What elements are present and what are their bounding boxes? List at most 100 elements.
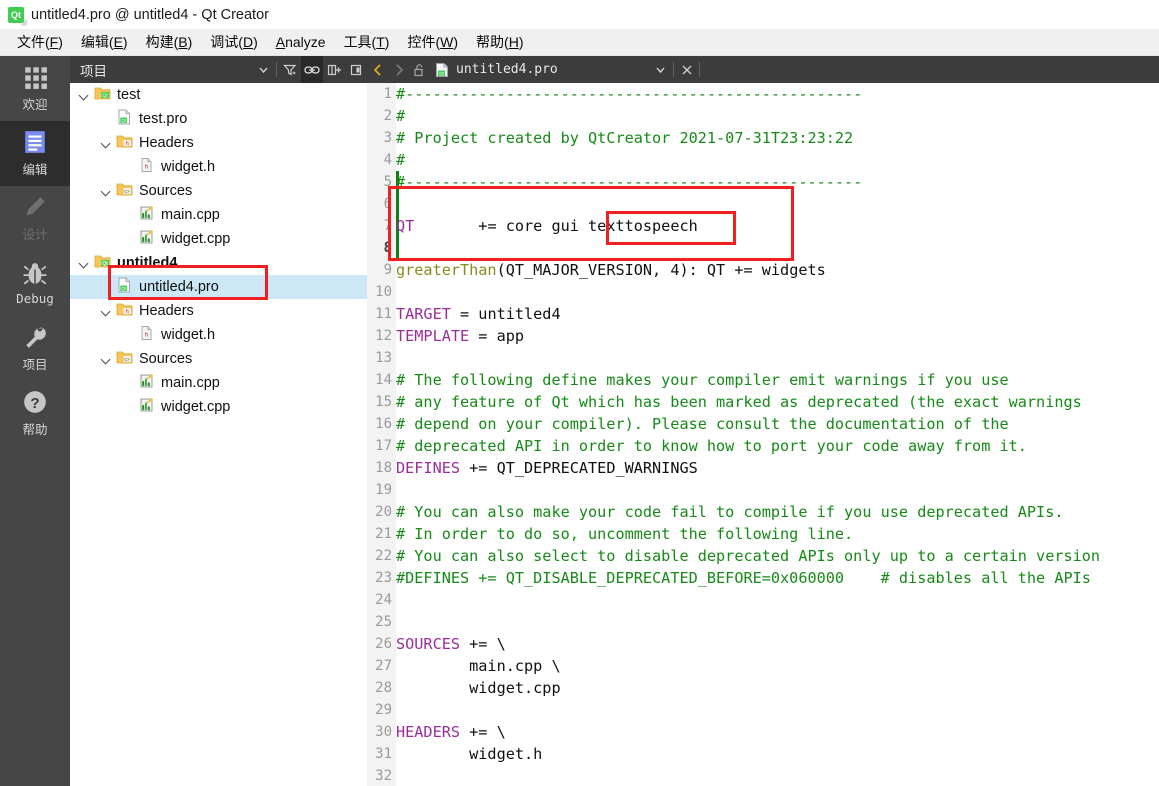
code-line-1[interactable]: 1 #--------------------------------------… [367, 83, 1159, 105]
code-text: # You can also make your code fail to co… [396, 501, 1064, 523]
menu-item-2[interactable]: 构建(B) [137, 29, 202, 55]
svg-text:Qt: Qt [102, 261, 108, 267]
code-token: DEFINES [396, 459, 461, 477]
code-line-6[interactable]: 6 [367, 193, 1159, 215]
chevron-down-icon[interactable] [100, 305, 113, 318]
qt-folder-icon: Qt [94, 85, 117, 105]
code-line-2[interactable]: 2 # [367, 105, 1159, 127]
code-line-28[interactable]: 28 widget.cpp [367, 677, 1159, 699]
code-token: widget.h [396, 745, 543, 763]
chevron-down-icon[interactable] [100, 353, 113, 366]
menu-item-1[interactable]: 编辑(E) [72, 29, 137, 55]
code-line-29[interactable]: 29 [367, 699, 1159, 721]
tree-item-widget-cpp[interactable]: widget.cpp [70, 227, 367, 251]
code-line-7[interactable]: 7 QT += core gui texttospeech [367, 215, 1159, 237]
code-editor[interactable]: 1 #--------------------------------------… [367, 83, 1159, 786]
code-token: main.cpp \ [396, 657, 561, 675]
menu-item-5[interactable]: 工具(T) [335, 29, 399, 55]
line-number: 32 [375, 768, 392, 784]
code-token: += \ [460, 635, 506, 653]
tree-item-Sources[interactable]: C+ Sources [70, 179, 367, 203]
mode-button-帮助[interactable]: ? 帮助 [0, 381, 70, 446]
tree-item-test[interactable]: Qt test [70, 83, 367, 107]
menu-item-6[interactable]: 控件(W) [398, 29, 467, 55]
tree-item-untitled4[interactable]: Qt untitled4 [70, 251, 367, 275]
cpp-folder-icon: C+ [116, 349, 139, 369]
chevron-down-icon[interactable] [650, 56, 671, 83]
project-tree[interactable]: Qt test Qt test.pro h Headers h widget.h C+ Sourc… [70, 83, 367, 786]
filter-icon[interactable] [279, 56, 301, 83]
mode-button-项目[interactable]: 项目 [0, 316, 70, 381]
unlock-icon[interactable] [409, 56, 430, 83]
code-line-24[interactable]: 24 [367, 589, 1159, 611]
menu-item-7[interactable]: 帮助(H) [467, 29, 532, 55]
mode-button-欢迎[interactable]: 欢迎 [0, 56, 70, 121]
tree-item-Headers[interactable]: h Headers [70, 131, 367, 155]
chevron-down-icon[interactable] [252, 56, 274, 83]
menu-item-0[interactable]: 文件(F) [8, 29, 72, 55]
tree-item-widget-h[interactable]: h widget.h [70, 155, 367, 179]
code-line-22[interactable]: 22 # You can also select to disable depre… [367, 545, 1159, 567]
mode-button-编辑[interactable]: 编辑 [0, 121, 70, 186]
chevron-down-icon[interactable] [100, 185, 113, 198]
close-icon[interactable] [676, 56, 697, 83]
tree-item-Headers[interactable]: h Headers [70, 299, 367, 323]
line-number: 9 [383, 262, 392, 278]
code-line-26[interactable]: 26 SOURCES += \ [367, 633, 1159, 655]
chevron-down-icon[interactable] [100, 137, 113, 150]
line-number: 14 [375, 372, 392, 388]
tree-item-test-pro[interactable]: Qt test.pro [70, 107, 367, 131]
tree-item-main-cpp[interactable]: main.cpp [70, 203, 367, 227]
tree-item-untitled4-pro[interactable]: Qt untitled4.pro [70, 275, 367, 299]
code-token: TARGET [396, 305, 451, 323]
code-line-13[interactable]: 13 [367, 347, 1159, 369]
chevron-down-icon[interactable] [78, 257, 91, 270]
tree-item-widget-h[interactable]: h widget.h [70, 323, 367, 347]
code-line-11[interactable]: 11 TARGET = untitled4 [367, 303, 1159, 325]
code-line-20[interactable]: 20 # You can also make your code fail to … [367, 501, 1159, 523]
chevron-right-icon[interactable] [388, 56, 409, 83]
code-line-16[interactable]: 16 # depend on your compiler). Please con… [367, 413, 1159, 435]
split-add-icon[interactable] [323, 56, 345, 83]
mode-button-设计: 设计 [0, 186, 70, 251]
tree-item-main-cpp[interactable]: main.cpp [70, 371, 367, 395]
code-line-25[interactable]: 25 [367, 611, 1159, 633]
code-line-5[interactable]: 5 #--------------------------------------… [367, 171, 1159, 193]
project-panel-header: 项目 [70, 56, 367, 83]
code-line-31[interactable]: 31 widget.h [367, 743, 1159, 765]
code-line-3[interactable]: 3 # Project created by QtCreator 2021-07-… [367, 127, 1159, 149]
menu-bar: 文件(F) 编辑(E) 构建(B) 调试(D) Analyze 工具(T) 控件(W) 帮助(… [0, 29, 1159, 56]
code-text: #---------------------------------------… [396, 83, 862, 105]
code-line-10[interactable]: 10 [367, 281, 1159, 303]
code-line-12[interactable]: 12 TEMPLATE = app [367, 325, 1159, 347]
code-text: # any feature of Qt which has been marke… [396, 391, 1082, 413]
mode-button-label: 编辑 [22, 163, 48, 177]
chevron-down-icon[interactable] [78, 89, 91, 102]
code-token: greaterThan [396, 261, 497, 279]
code-line-23[interactable]: 23 #DEFINES += QT_DISABLE_DEPRECATED_BEFO… [367, 567, 1159, 589]
menu-label: 工具(T) [343, 34, 390, 50]
mode-button-Debug[interactable]: Debug [0, 251, 70, 316]
code-line-32[interactable]: 32 [367, 765, 1159, 786]
close-split-icon[interactable] [345, 56, 367, 83]
editor-open-file[interactable]: Qt untitled4.pro [430, 62, 558, 78]
svg-text:Qt: Qt [121, 118, 126, 123]
code-line-17[interactable]: 17 # deprecated API in order to know how … [367, 435, 1159, 457]
chevron-left-icon[interactable] [367, 56, 388, 83]
code-line-30[interactable]: 30 HEADERS += \ [367, 721, 1159, 743]
code-line-27[interactable]: 27 main.cpp \ [367, 655, 1159, 677]
code-line-15[interactable]: 15 # any feature of Qt which has been mar… [367, 391, 1159, 413]
tree-item-Sources[interactable]: C+ Sources [70, 347, 367, 371]
code-line-18[interactable]: 18 DEFINES += QT_DEPRECATED_WARNINGS [367, 457, 1159, 479]
code-line-19[interactable]: 19 [367, 479, 1159, 501]
menu-item-3[interactable]: 调试(D) [201, 29, 266, 55]
code-line-9[interactable]: 9 greaterThan(QT_MAJOR_VERSION, 4): QT +=… [367, 259, 1159, 281]
link-sync-icon[interactable] [301, 56, 323, 83]
code-line-4[interactable]: 4 # [367, 149, 1159, 171]
code-line-14[interactable]: 14 # The following define makes your comp… [367, 369, 1159, 391]
code-text: SOURCES += \ [396, 633, 506, 655]
code-line-8[interactable]: 8 [367, 237, 1159, 259]
tree-item-widget-cpp[interactable]: widget.cpp [70, 395, 367, 419]
code-line-21[interactable]: 21 # In order to do so, uncomment the fol… [367, 523, 1159, 545]
menu-item-4[interactable]: Analyze [267, 31, 335, 53]
